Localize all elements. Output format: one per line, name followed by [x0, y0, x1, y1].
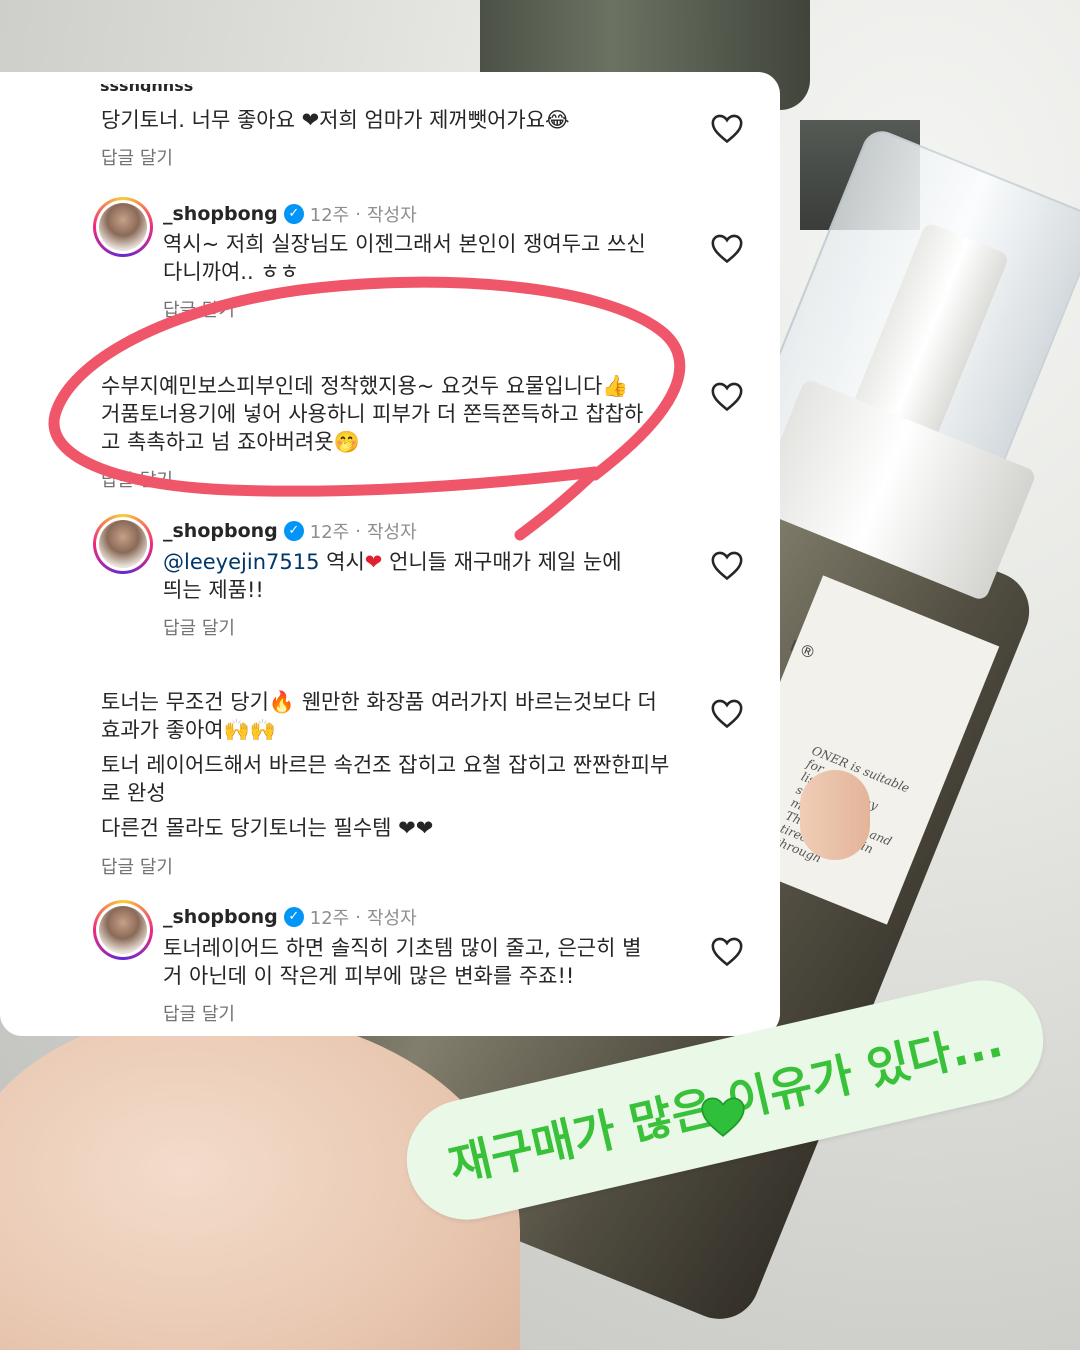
comment-text: 토너레이어드 하면 솔직히 기초템 많이 줄고, 은근히 별 거 아닌데 이 작…: [163, 936, 642, 988]
comment-text: @leeyejin7515 역시❤ 언니들 재구매가 제일 눈에 띄는 제품!!: [163, 550, 622, 602]
like-heart-icon[interactable]: [710, 697, 744, 729]
reply-button[interactable]: 답글 달기: [163, 296, 235, 322]
like-heart-icon[interactable]: [710, 232, 744, 264]
finger: [800, 770, 870, 860]
username[interactable]: _shopbong: [163, 203, 278, 225]
comment-text: 당기토너. 너무 좋아요 ❤저희 엄마가 제꺼뺏어가요😂: [101, 108, 570, 132]
like-heart-icon[interactable]: [710, 549, 744, 581]
reply-button[interactable]: 답글 달기: [101, 144, 173, 170]
username[interactable]: _shopbong: [163, 906, 278, 928]
mention-link[interactable]: @leeyejin7515: [163, 550, 319, 574]
avatar[interactable]: [93, 900, 153, 960]
comment-meta: _shopbong ✓ 12주 · 작성자: [163, 904, 417, 930]
separator: ·: [355, 906, 361, 928]
author-badge: 작성자: [366, 522, 417, 543]
author-badge: 작성자: [366, 908, 417, 929]
like-heart-icon[interactable]: [710, 380, 744, 412]
red-heart-icon: ❤: [364, 550, 383, 574]
reply-button[interactable]: 답글 달기: [163, 1000, 235, 1026]
username[interactable]: _shopbong: [163, 520, 278, 542]
comment-time: 12주: [309, 522, 350, 543]
avatar[interactable]: [93, 514, 153, 574]
comment-time: 12주: [309, 205, 350, 226]
comment-meta: _shopbong ✓ 12주 · 작성자: [163, 518, 417, 544]
comment-card: sssngnnss 당기토너. 너무 좋아요 ❤저희 엄마가 제꺼뺏어가요😂 답…: [0, 72, 780, 1036]
comment-text: 토너는 무조건 당기🔥 웬만한 화장품 여러가지 바르는것보다 더 효과가 좋아…: [101, 690, 670, 840]
comment-meta: _shopbong ✓ 12주 · 작성자: [163, 201, 417, 227]
separator: ·: [355, 203, 361, 225]
like-heart-icon[interactable]: [710, 112, 744, 144]
comment-text: 수부지예민보스피부인데 정착했지용~ 요것두 요물입니다👍 거품토너용기에 넣어…: [101, 374, 644, 454]
verified-badge-icon: ✓: [283, 204, 304, 224]
reply-button[interactable]: 답글 달기: [101, 466, 173, 492]
comment-time: 12주: [309, 908, 350, 929]
verified-badge-icon: ✓: [283, 521, 304, 541]
verified-badge-icon: ✓: [283, 907, 304, 927]
reply-button[interactable]: 답글 달기: [163, 614, 235, 640]
cut-off-username: sssngnnss: [100, 84, 193, 92]
separator: ·: [355, 520, 361, 542]
author-badge: 작성자: [366, 205, 417, 226]
green-heart-icon: [701, 1097, 745, 1137]
avatar[interactable]: [93, 197, 153, 257]
like-heart-icon[interactable]: [710, 935, 744, 967]
reply-button[interactable]: 답글 달기: [101, 853, 173, 879]
comment-text: 역시~ 저희 실장님도 이젠그래서 본인이 쟁여두고 쓰신 다니까여.. ㅎㅎ: [163, 232, 646, 284]
